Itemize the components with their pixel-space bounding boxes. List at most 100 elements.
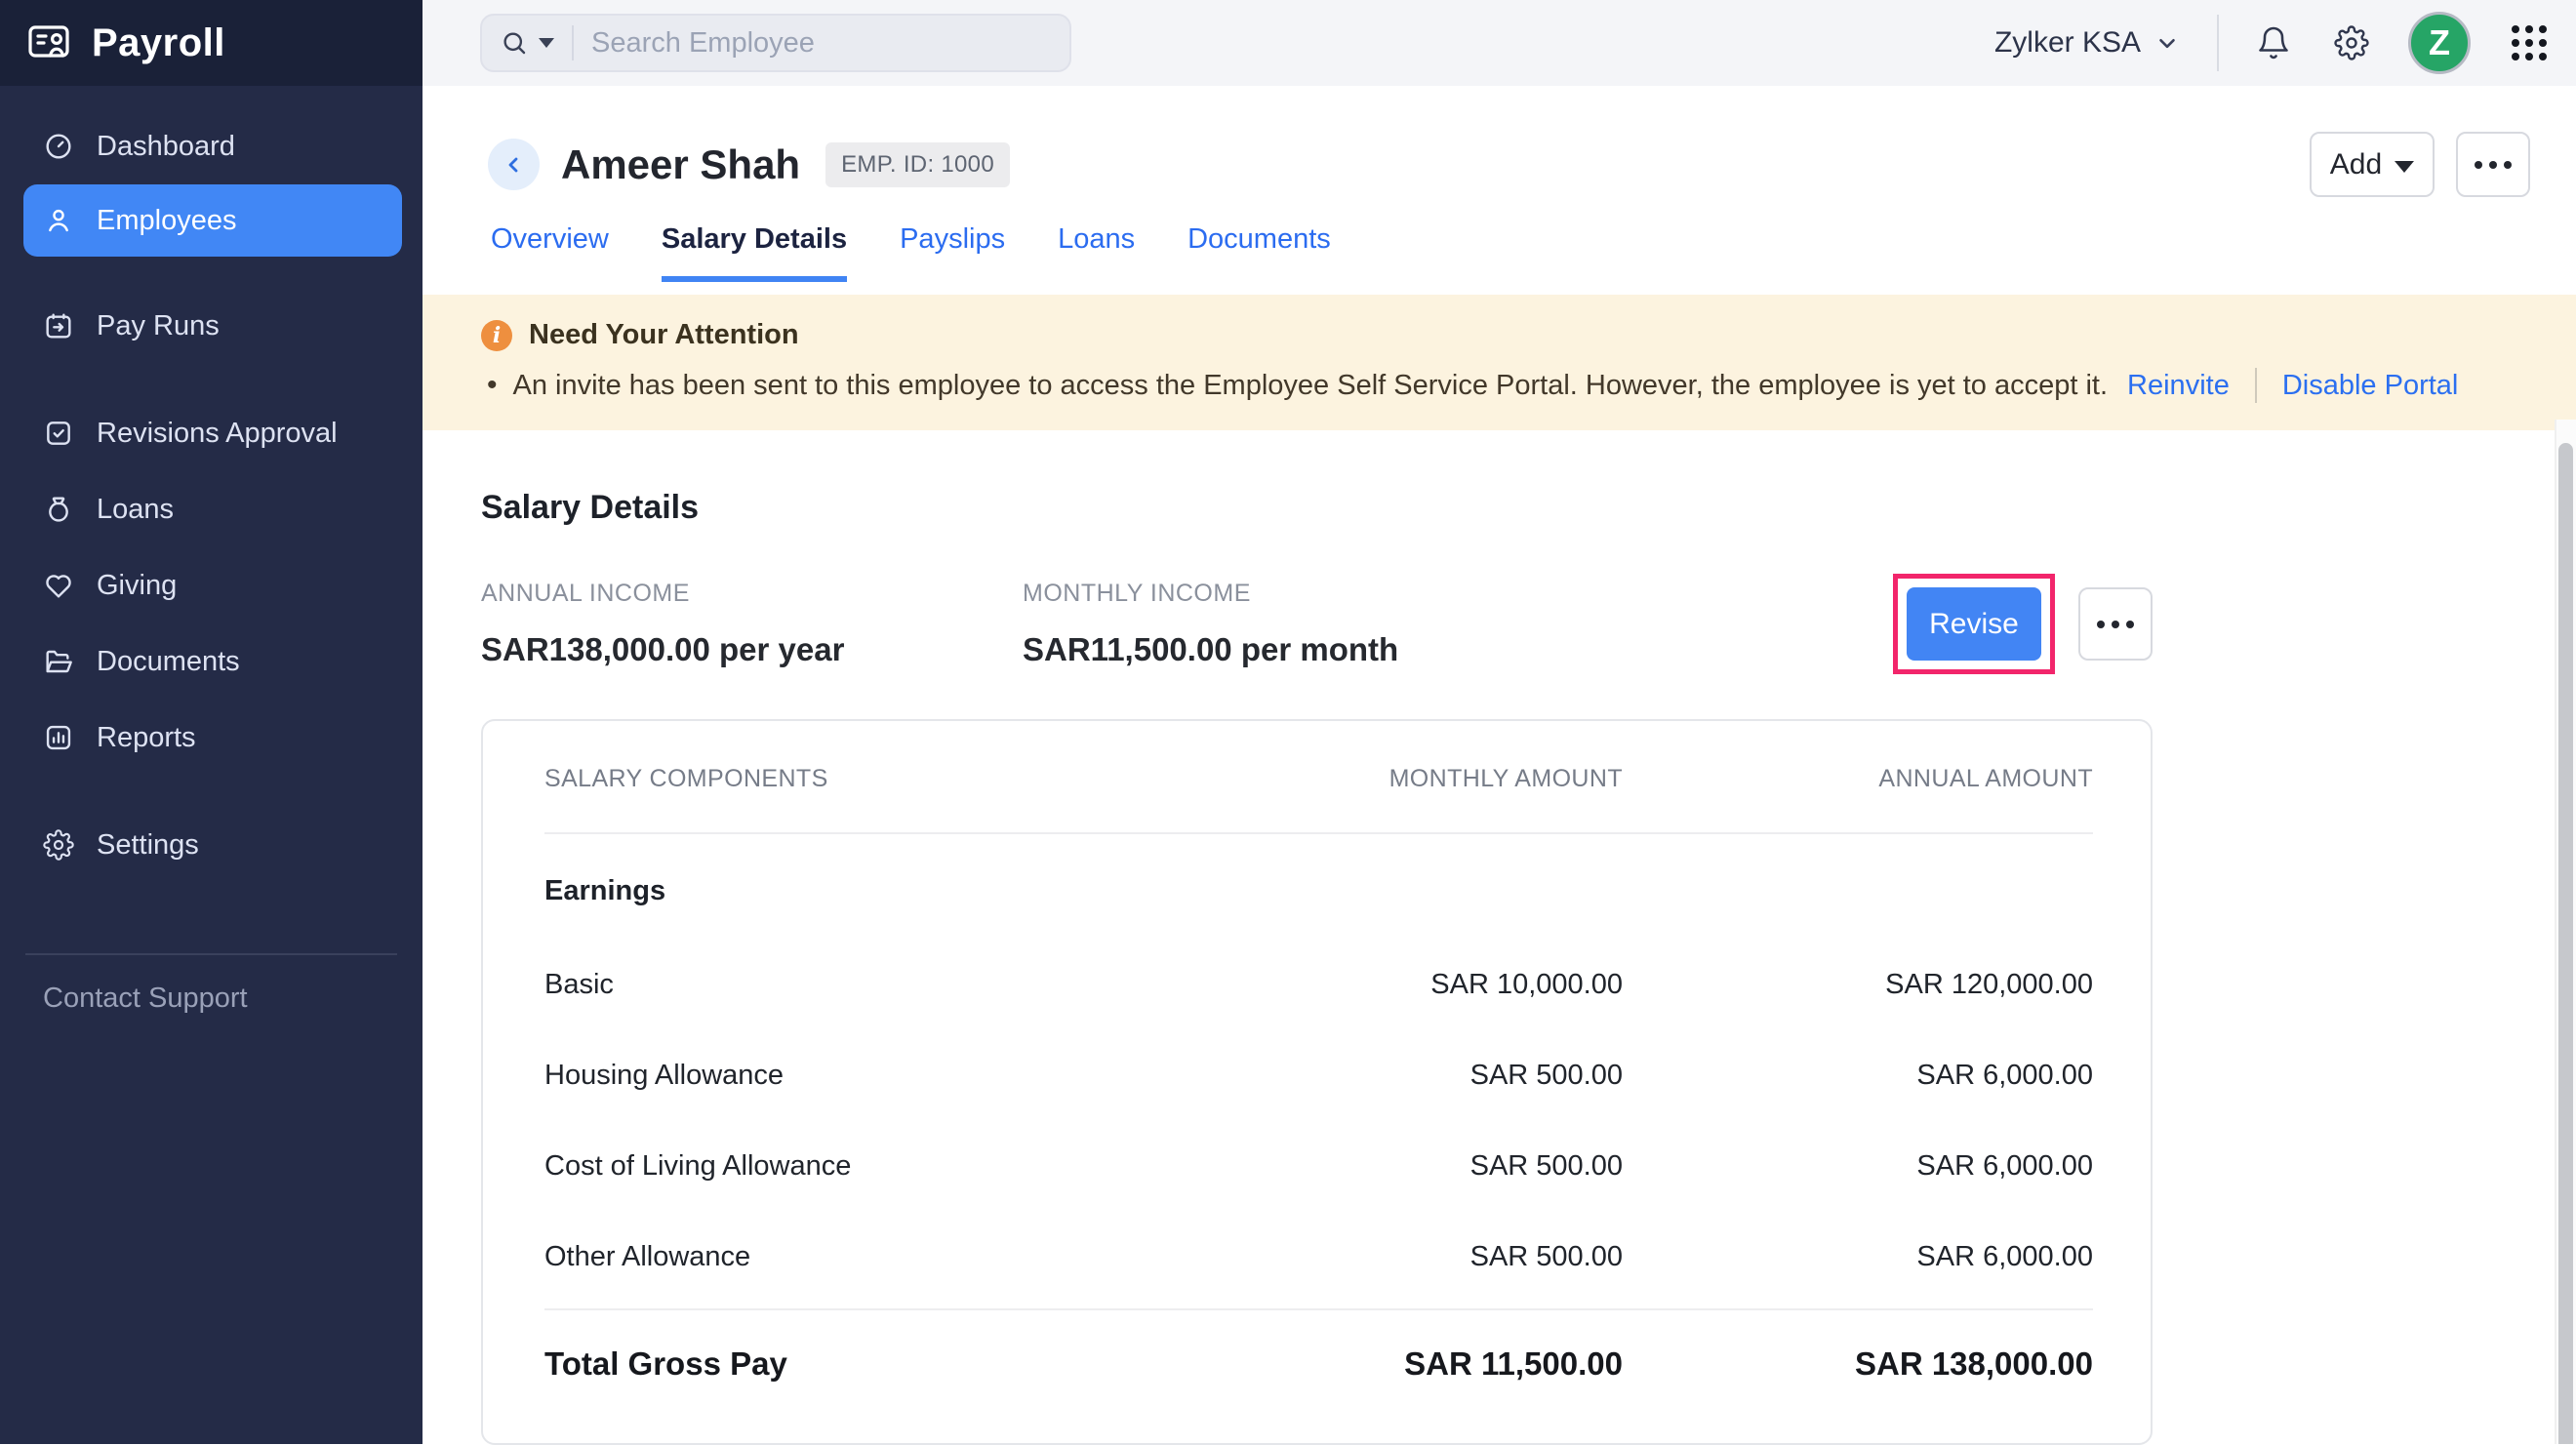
component-name: Basic bbox=[544, 969, 1213, 1001]
column-salary-components: SALARY COMPONENTS bbox=[544, 765, 1213, 793]
monthly-income-label: MONTHLY INCOME bbox=[1023, 580, 1398, 608]
component-name: Cost of Living Allowance bbox=[544, 1150, 1213, 1183]
monthly-amount: SAR 10,000.00 bbox=[1213, 969, 1623, 1001]
total-label: Total Gross Pay bbox=[544, 1345, 1213, 1383]
sidebar: Payroll Dashboard Employees Pay Runs Rev… bbox=[0, 0, 423, 1444]
employee-tabs: Overview Salary Details Payslips Loans D… bbox=[491, 223, 2576, 282]
org-picker[interactable]: Zylker KSA bbox=[1994, 26, 2180, 60]
monthly-amount: SAR 500.00 bbox=[1213, 1241, 1623, 1273]
sidebar-item-label: Employees bbox=[97, 205, 236, 237]
main-content: Ameer Shah EMP. ID: 1000 Add Overview Sa… bbox=[423, 86, 2576, 1444]
attention-banner: i Need Your Attention • An invite has be… bbox=[423, 295, 2576, 430]
scrollbar-track bbox=[2555, 420, 2576, 1444]
sidebar-divider bbox=[25, 953, 397, 955]
settings-button[interactable] bbox=[2334, 25, 2369, 60]
loans-icon bbox=[43, 494, 74, 525]
sidebar-item-pay-runs[interactable]: Pay Runs bbox=[0, 288, 423, 364]
add-button[interactable]: Add bbox=[2310, 132, 2435, 197]
monthly-income-value: SAR11,500.00 per month bbox=[1023, 631, 1398, 668]
scrollbar-thumb[interactable] bbox=[2558, 443, 2573, 1444]
employees-icon bbox=[43, 205, 74, 236]
table-row: Housing Allowance SAR 500.00 SAR 6,000.0… bbox=[544, 1030, 2093, 1121]
tab-payslips[interactable]: Payslips bbox=[900, 223, 1005, 282]
disable-portal-link[interactable]: Disable Portal bbox=[2282, 370, 2459, 402]
search-input[interactable] bbox=[591, 27, 1052, 60]
sidebar-nav: Dashboard Employees Pay Runs Revisions A… bbox=[0, 86, 423, 883]
page-header: Ameer Shah EMP. ID: 1000 Add bbox=[423, 86, 2576, 197]
monthly-amount: SAR 500.00 bbox=[1213, 1150, 1623, 1183]
sidebar-item-label: Dashboard bbox=[97, 131, 235, 163]
salary-more-button[interactable] bbox=[2078, 587, 2153, 661]
tab-documents[interactable]: Documents bbox=[1187, 223, 1331, 282]
org-name: Zylker KSA bbox=[1994, 26, 2141, 60]
avatar[interactable]: Z bbox=[2408, 12, 2471, 74]
sidebar-item-label: Settings bbox=[97, 829, 199, 862]
banner-link-divider bbox=[2255, 368, 2257, 403]
notifications-button[interactable] bbox=[2256, 25, 2291, 60]
table-header-row: SALARY COMPONENTS MONTHLY AMOUNT ANNUAL … bbox=[544, 721, 2093, 834]
income-actions: Revise bbox=[1893, 574, 2153, 674]
header-more-button[interactable] bbox=[2456, 132, 2530, 197]
tab-overview[interactable]: Overview bbox=[491, 223, 609, 282]
caret-down-icon bbox=[2395, 161, 2414, 173]
sidebar-item-dashboard[interactable]: Dashboard bbox=[0, 108, 423, 184]
back-button[interactable] bbox=[488, 139, 540, 190]
annual-amount: SAR 6,000.00 bbox=[1623, 1060, 2093, 1092]
income-summary-row: ANNUAL INCOME SAR138,000.00 per year MON… bbox=[481, 574, 2153, 674]
gear-icon bbox=[2334, 25, 2369, 60]
banner-message: An invite has been sent to this employee… bbox=[513, 370, 2109, 402]
table-group-header: Earnings bbox=[544, 842, 2093, 940]
sidebar-item-employees[interactable]: Employees bbox=[23, 184, 402, 257]
giving-icon bbox=[43, 570, 74, 601]
monthly-amount: SAR 500.00 bbox=[1213, 1060, 1623, 1092]
reinvite-link[interactable]: Reinvite bbox=[2127, 370, 2230, 402]
sidebar-item-giving[interactable]: Giving bbox=[0, 547, 423, 623]
total-annual-amount: SAR 138,000.00 bbox=[1623, 1345, 2093, 1383]
annual-amount: SAR 6,000.00 bbox=[1623, 1241, 2093, 1273]
annual-amount: SAR 6,000.00 bbox=[1623, 1150, 2093, 1183]
app-logo: Payroll bbox=[0, 0, 423, 86]
component-name: Other Allowance bbox=[544, 1241, 1213, 1273]
table-row: Basic SAR 10,000.00 SAR 120,000.00 bbox=[544, 940, 2093, 1030]
search-scope-caret-icon[interactable] bbox=[539, 38, 554, 48]
page-title: Ameer Shah bbox=[561, 141, 800, 188]
bullet: • bbox=[487, 369, 498, 402]
sidebar-item-documents[interactable]: Documents bbox=[0, 623, 423, 700]
column-monthly-amount: MONTHLY AMOUNT bbox=[1213, 765, 1623, 793]
table-total-row: Total Gross Pay SAR 11,500.00 SAR 138,00… bbox=[544, 1310, 2093, 1418]
sidebar-item-label: Revisions Approval bbox=[97, 418, 338, 450]
revise-highlight-box: Revise bbox=[1893, 574, 2055, 674]
section-title: Salary Details bbox=[481, 489, 2153, 527]
annual-amount: SAR 120,000.00 bbox=[1623, 969, 2093, 1001]
table-row: Other Allowance SAR 500.00 SAR 6,000.00 bbox=[544, 1212, 2093, 1303]
contact-support-link[interactable]: Contact Support bbox=[0, 983, 423, 1015]
sidebar-item-revisions-approval[interactable]: Revisions Approval bbox=[0, 395, 423, 471]
apps-grid-icon[interactable] bbox=[2512, 25, 2547, 60]
documents-icon bbox=[43, 646, 74, 677]
topbar: Zylker KSA Z bbox=[423, 0, 2576, 86]
search-box[interactable] bbox=[480, 14, 1071, 72]
total-monthly-amount: SAR 11,500.00 bbox=[1213, 1345, 1623, 1383]
ellipsis-icon bbox=[2475, 161, 2512, 169]
header-actions: Add bbox=[2310, 132, 2530, 197]
annual-income-value: SAR138,000.00 per year bbox=[481, 631, 1023, 668]
revisions-approval-icon bbox=[43, 418, 74, 449]
search-divider bbox=[572, 25, 574, 60]
topbar-right: Zylker KSA Z bbox=[1994, 12, 2547, 74]
chevron-down-icon bbox=[2154, 30, 2180, 56]
sidebar-item-label: Documents bbox=[97, 646, 240, 678]
sidebar-item-label: Giving bbox=[97, 570, 177, 602]
salary-details-section: Salary Details ANNUAL INCOME SAR138,000.… bbox=[423, 430, 2153, 1445]
chevron-left-icon bbox=[503, 153, 526, 177]
banner-title: Need Your Attention bbox=[529, 319, 799, 351]
sidebar-item-label: Reports bbox=[97, 722, 196, 754]
sidebar-item-settings[interactable]: Settings bbox=[0, 807, 423, 883]
info-icon: i bbox=[481, 320, 512, 351]
banner-message-row: • An invite has been sent to this employ… bbox=[481, 368, 2517, 403]
sidebar-item-loans[interactable]: Loans bbox=[0, 471, 423, 547]
add-button-label: Add bbox=[2330, 148, 2382, 181]
tab-salary-details[interactable]: Salary Details bbox=[662, 223, 847, 282]
revise-button[interactable]: Revise bbox=[1907, 587, 2041, 661]
sidebar-item-reports[interactable]: Reports bbox=[0, 700, 423, 776]
tab-loans[interactable]: Loans bbox=[1058, 223, 1135, 282]
